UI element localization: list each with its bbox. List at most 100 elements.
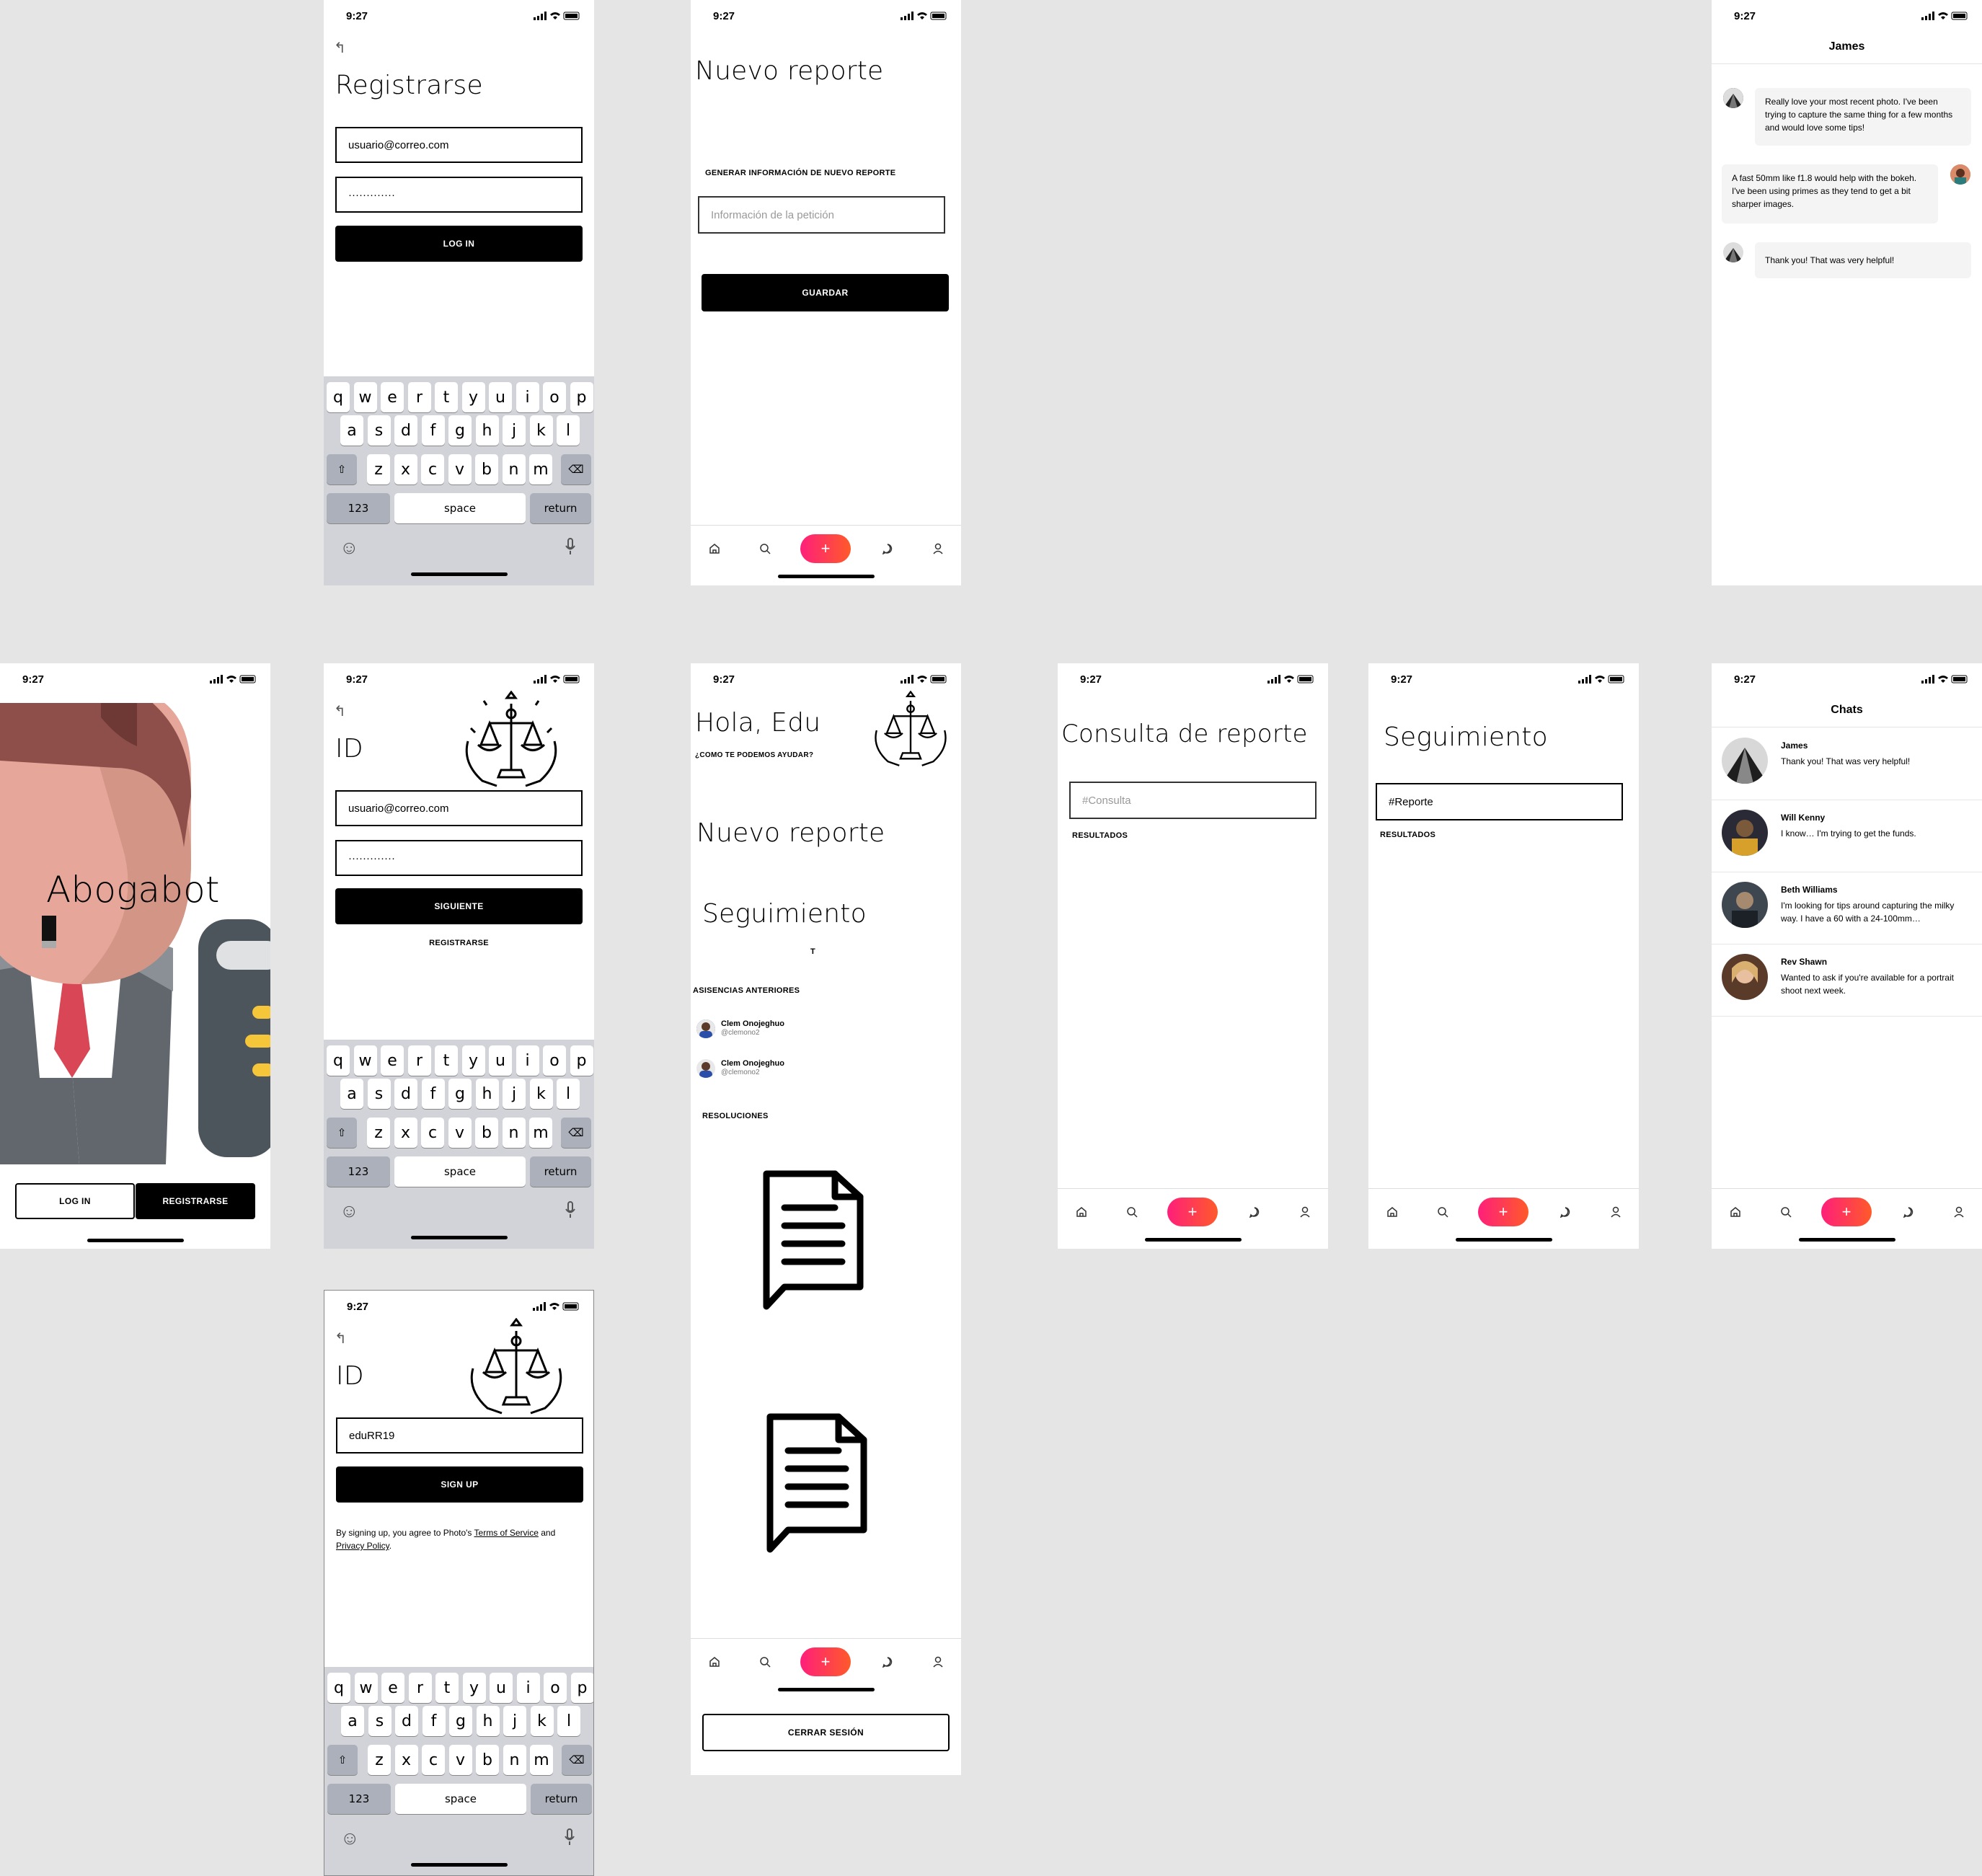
key-p[interactable]: p bbox=[570, 382, 593, 412]
chat-icon[interactable] bbox=[873, 1647, 902, 1676]
logout-button[interactable]: CERRAR SESIÓN bbox=[702, 1714, 950, 1751]
email-field[interactable]: usuario@correo.com bbox=[335, 127, 583, 163]
chat-icon[interactable] bbox=[1240, 1198, 1269, 1226]
emoji-icon[interactable]: ☺ bbox=[340, 536, 359, 559]
key-a[interactable]: a bbox=[341, 1706, 364, 1736]
key-v[interactable]: v bbox=[448, 454, 472, 485]
next-button[interactable]: SIGUIENTE bbox=[335, 888, 583, 924]
key-l[interactable]: l bbox=[557, 1079, 580, 1109]
key-x[interactable]: x bbox=[394, 454, 417, 485]
key-q[interactable]: q bbox=[327, 1673, 350, 1703]
key-v[interactable]: v bbox=[448, 1118, 472, 1148]
key-q[interactable]: q bbox=[327, 1045, 350, 1076]
delete-key[interactable]: ⌫ bbox=[561, 1118, 591, 1148]
key-o[interactable]: o bbox=[543, 1045, 566, 1076]
key-q[interactable]: q bbox=[327, 382, 350, 412]
key-j[interactable]: j bbox=[503, 1079, 526, 1109]
search-icon[interactable] bbox=[1118, 1198, 1146, 1226]
register-button[interactable]: REGISTRARSE bbox=[136, 1183, 255, 1219]
login-button[interactable]: LOG IN bbox=[15, 1183, 135, 1219]
key-x[interactable]: x bbox=[394, 1745, 418, 1775]
key-m[interactable]: m bbox=[530, 1745, 553, 1775]
key-l[interactable]: l bbox=[557, 1706, 580, 1736]
chat-list-item[interactable]: Will Kenny I know… I'm trying to get the… bbox=[1712, 800, 1982, 872]
add-button[interactable]: + bbox=[1167, 1198, 1218, 1226]
key-d[interactable]: d bbox=[395, 1706, 418, 1736]
key-u[interactable]: u bbox=[489, 1045, 512, 1076]
home-icon[interactable] bbox=[700, 1647, 729, 1676]
add-button[interactable]: + bbox=[800, 1647, 851, 1676]
space-key[interactable]: space bbox=[395, 1784, 526, 1814]
emoji-icon[interactable]: ☺ bbox=[340, 1827, 360, 1849]
key-p[interactable]: p bbox=[570, 1045, 593, 1076]
new-report-link[interactable]: Nuevo reporte bbox=[696, 818, 885, 848]
home-icon[interactable] bbox=[700, 534, 729, 563]
key-a[interactable]: a bbox=[340, 415, 363, 446]
chat-icon[interactable] bbox=[1551, 1198, 1580, 1226]
key-u[interactable]: u bbox=[489, 382, 512, 412]
shift-key[interactable]: ⇧ bbox=[327, 1745, 358, 1775]
key-w[interactable]: w bbox=[353, 1045, 377, 1076]
list-item[interactable]: Clem Onojeghuo @clemono2 bbox=[691, 1056, 835, 1092]
key-s[interactable]: s bbox=[367, 1079, 391, 1109]
profile-icon[interactable] bbox=[924, 1647, 952, 1676]
numbers-key[interactable]: 123 bbox=[327, 1784, 391, 1814]
key-n[interactable]: n bbox=[503, 1745, 526, 1775]
numbers-key[interactable]: 123 bbox=[327, 493, 390, 523]
add-button[interactable]: + bbox=[1821, 1198, 1872, 1226]
key-h[interactable]: h bbox=[476, 1706, 500, 1736]
chat-list-item[interactable]: Beth Williams I'm looking for tips aroun… bbox=[1712, 872, 1982, 944]
shift-key[interactable]: ⇧ bbox=[327, 1118, 357, 1148]
key-f[interactable]: f bbox=[421, 415, 445, 446]
username-field[interactable]: eduRR19 bbox=[336, 1417, 583, 1454]
key-m[interactable]: m bbox=[529, 1118, 552, 1148]
key-j[interactable]: j bbox=[503, 415, 526, 446]
key-g[interactable]: g bbox=[449, 1706, 472, 1736]
key-h[interactable]: h bbox=[475, 415, 499, 446]
key-b[interactable]: b bbox=[475, 1118, 498, 1148]
key-g[interactable]: g bbox=[448, 1079, 472, 1109]
key-y[interactable]: y bbox=[462, 1673, 486, 1703]
key-i[interactable]: i bbox=[516, 382, 539, 412]
list-item[interactable]: Clem Onojeghuo @clemono2 bbox=[691, 1017, 835, 1053]
login-button[interactable]: LOG IN bbox=[335, 226, 583, 262]
profile-icon[interactable] bbox=[1945, 1198, 1973, 1226]
chat-list-item[interactable]: James Thank you! That was very helpful! bbox=[1712, 727, 1982, 800]
key-o[interactable]: o bbox=[543, 382, 566, 412]
document-chat-icon[interactable] bbox=[763, 1411, 871, 1555]
key-e[interactable]: e bbox=[381, 1045, 404, 1076]
back-button[interactable]: ↰ bbox=[334, 39, 346, 57]
key-c[interactable]: c bbox=[421, 454, 444, 485]
key-t[interactable]: t bbox=[435, 1045, 458, 1076]
profile-icon[interactable] bbox=[1291, 1198, 1319, 1226]
return-key[interactable]: return bbox=[531, 1784, 592, 1814]
key-g[interactable]: g bbox=[448, 415, 472, 446]
report-input[interactable]: #Reporte bbox=[1376, 783, 1623, 820]
terms-of-service-link[interactable]: Terms of Service bbox=[474, 1528, 539, 1538]
search-icon[interactable] bbox=[1428, 1198, 1457, 1226]
chat-icon[interactable] bbox=[873, 534, 902, 563]
key-d[interactable]: d bbox=[394, 1079, 417, 1109]
key-n[interactable]: n bbox=[502, 1118, 526, 1148]
key-x[interactable]: x bbox=[394, 1118, 417, 1148]
key-s[interactable]: s bbox=[368, 1706, 391, 1736]
back-button[interactable]: ↰ bbox=[335, 1329, 347, 1348]
key-v[interactable]: v bbox=[448, 1745, 472, 1775]
follow-up-link[interactable]: Seguimiento bbox=[702, 899, 867, 929]
key-k[interactable]: k bbox=[529, 1079, 553, 1109]
microphone-icon[interactable] bbox=[565, 1828, 575, 1849]
key-t[interactable]: t bbox=[435, 382, 458, 412]
document-chat-icon[interactable] bbox=[759, 1168, 867, 1312]
password-field[interactable]: ············· bbox=[335, 177, 583, 213]
home-icon[interactable] bbox=[1378, 1198, 1407, 1226]
add-button[interactable]: + bbox=[1478, 1198, 1528, 1226]
key-c[interactable]: c bbox=[422, 1745, 445, 1775]
sign-up-button[interactable]: SIGN UP bbox=[336, 1466, 583, 1503]
return-key[interactable]: return bbox=[530, 1156, 591, 1187]
key-w[interactable]: w bbox=[354, 1673, 378, 1703]
key-k[interactable]: k bbox=[530, 1706, 554, 1736]
register-link[interactable]: REGISTRARSE bbox=[324, 939, 594, 947]
shift-key[interactable]: ⇧ bbox=[327, 454, 357, 485]
key-f[interactable]: f bbox=[421, 1079, 445, 1109]
key-y[interactable]: y bbox=[461, 382, 485, 412]
